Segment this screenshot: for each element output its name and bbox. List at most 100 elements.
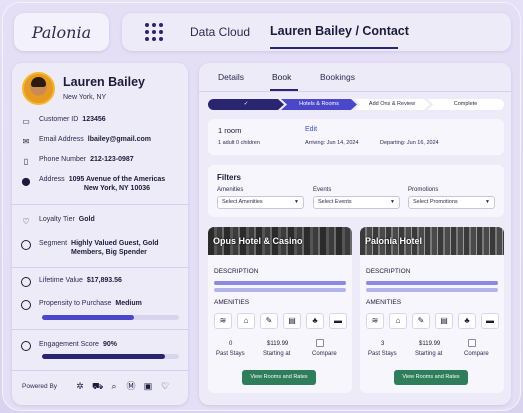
room-summary-card: 1 room 1 adult 0 children Edit Arriving:… xyxy=(208,119,504,155)
segment-value: Highly Valued Guest, Gold Members, Big S… xyxy=(71,240,159,256)
nav-data-cloud[interactable]: Data Cloud xyxy=(190,25,250,39)
engagement-bar xyxy=(42,354,179,359)
nav-contact[interactable]: Lauren Bailey / Contact xyxy=(270,24,409,38)
email-row: ✉ Email Address lbailey@gmail.com xyxy=(21,136,151,146)
amenities-select[interactable]: Select Amenities ▼ xyxy=(217,196,304,209)
segment-row: Segment Highly Valued Guest, Gold Member… xyxy=(21,240,159,256)
mail-icon: ✉ xyxy=(22,136,30,146)
customer-id-row: ▭ Customer ID 123456 xyxy=(21,116,106,126)
ticket-icon: ✎ xyxy=(260,313,278,329)
engagement-bar-fill xyxy=(42,354,166,359)
cards-icon: ▤ xyxy=(283,313,301,329)
compare-label: Compare xyxy=(464,351,489,357)
email-label: Email Address xyxy=(39,136,84,143)
amenities-label: AMENITIES xyxy=(366,299,402,306)
store-icon: ⌂ xyxy=(237,313,255,329)
hotel-card: Opus Hotel & Casino DESCRIPTION AMENITIE… xyxy=(208,227,352,393)
description-placeholder-line xyxy=(214,288,346,292)
tabs-divider xyxy=(199,91,511,92)
step-complete-check[interactable]: ✓ xyxy=(208,99,284,110)
phone-row: ▯ Phone Number 212-123-0987 xyxy=(21,156,134,166)
amenities-filter-label: Amenities xyxy=(217,187,244,193)
divider xyxy=(12,370,188,371)
step-complete[interactable]: Complete xyxy=(427,99,504,110)
segment-line-1: Highly Valued Guest, Gold xyxy=(71,240,159,247)
dollar-icon xyxy=(21,277,31,287)
email-value[interactable]: lbailey@gmail.com xyxy=(88,136,151,146)
events-filter-label: Events xyxy=(313,187,332,193)
ltv-label: Lifetime Value xyxy=(39,277,83,284)
propensity-row: Propensity to Purchase Medium xyxy=(21,300,142,310)
past-stays-value: 3 xyxy=(381,341,385,347)
room-count: 1 room xyxy=(218,126,242,135)
address-line-2: New York, NY 10036 xyxy=(83,185,151,192)
brand-logo[interactable]: Palonia xyxy=(14,13,109,51)
tab-bookings[interactable]: Bookings xyxy=(320,72,355,82)
ltv-value: $17,893.56 xyxy=(86,277,122,284)
divider xyxy=(12,329,188,330)
description-label: DESCRIPTION xyxy=(366,268,411,275)
marketing-icon[interactable]: Ⓜ xyxy=(126,381,136,391)
past-stays-label: Past Stays xyxy=(216,351,245,357)
engagement-label: Engagement Score xyxy=(39,341,99,348)
promotions-select-value: Select Promotions xyxy=(413,199,458,205)
powered-by-icons: ✲ ⛟ ⌕ Ⓜ ▣ ♡ xyxy=(75,381,170,391)
engagement-row: Engagement Score 90% xyxy=(21,341,117,351)
compare-label: Compare xyxy=(312,351,337,357)
amenities-icons: ≋ ⌂ ✎ ▤ ♣ ▬ xyxy=(366,313,499,329)
loyalty-value: Gold xyxy=(78,216,95,223)
contact-location: New York, NY xyxy=(63,94,107,101)
dining-icon: ♣ xyxy=(458,313,476,329)
sparkle-icon[interactable]: ✲ xyxy=(75,381,85,391)
active-nav-indicator xyxy=(270,47,398,49)
chevron-down-icon: ▼ xyxy=(485,199,490,205)
phone-icon: ▯ xyxy=(23,156,29,166)
description-placeholder-line xyxy=(214,281,346,285)
search-icon[interactable]: ⌕ xyxy=(109,381,119,391)
address-value: 1095 Avenue of the Americas New York, NY… xyxy=(69,176,166,192)
amenities-icons: ≋ ⌂ ✎ ▤ ♣ ▬ xyxy=(214,313,347,329)
step-hotels-rooms[interactable]: Hotels & Rooms xyxy=(281,99,357,110)
room-occupancy: 1 adult 0 children xyxy=(218,140,260,146)
edit-link[interactable]: Edit xyxy=(305,126,317,133)
description-label: DESCRIPTION xyxy=(214,268,259,275)
tab-details[interactable]: Details xyxy=(218,72,244,82)
booking-panel: Details Book Bookings ✓ Hotels & Rooms A… xyxy=(199,63,511,405)
heart-icon[interactable]: ♡ xyxy=(160,381,170,391)
compare-checkbox[interactable] xyxy=(316,339,324,347)
hotel-name: Opus Hotel & Casino xyxy=(213,236,303,246)
address-row: ⬤ Address 1095 Avenue of the Americas Ne… xyxy=(21,176,166,192)
heart-icon: ♡ xyxy=(22,216,30,226)
app-launcher-icon[interactable] xyxy=(145,23,163,41)
phone-value[interactable]: 212-123-0987 xyxy=(90,156,134,166)
image-icon[interactable]: ▣ xyxy=(143,381,153,391)
address-label: Address xyxy=(39,176,65,183)
top-nav: Data Cloud Lauren Bailey / Contact xyxy=(122,13,511,51)
compare-checkbox[interactable] xyxy=(468,339,476,347)
engagement-value: 90% xyxy=(102,341,117,348)
location-pin-icon: ⬤ xyxy=(21,176,31,186)
price-label: Starting at xyxy=(263,351,291,357)
step-addons-review[interactable]: Add Ons & Review xyxy=(354,99,430,110)
tv-icon: ▬ xyxy=(481,313,499,329)
chevron-down-icon: ▼ xyxy=(294,199,299,205)
view-rooms-button[interactable]: View Rooms and Rates xyxy=(242,370,316,385)
amenities-label: AMENITIES xyxy=(214,299,250,306)
promotions-select[interactable]: Select Promotions ▼ xyxy=(408,196,495,209)
tab-book[interactable]: Book xyxy=(272,72,291,82)
events-select[interactable]: Select Events ▼ xyxy=(313,196,400,209)
cart-icon[interactable]: ⛟ xyxy=(92,381,103,391)
loyalty-label: Loyalty Tier xyxy=(39,216,75,223)
hotel-name: Palonia Hotel xyxy=(365,236,423,246)
promotions-filter-label: Promotions xyxy=(408,187,439,193)
booking-stepper: ✓ Hotels & Rooms Add Ons & Review Comple… xyxy=(208,99,504,110)
customer-id-label: Customer ID xyxy=(39,116,79,123)
view-rooms-button[interactable]: View Rooms and Rates xyxy=(394,370,468,385)
divider xyxy=(12,267,188,268)
amenities-select-value: Select Amenities xyxy=(222,199,263,205)
segment-line-2: Members, Big Spender xyxy=(71,249,147,256)
segment-icon xyxy=(21,240,31,250)
dining-icon: ♣ xyxy=(306,313,324,329)
propensity-bar xyxy=(42,315,179,320)
customer-id-value: 123456 xyxy=(82,116,106,123)
